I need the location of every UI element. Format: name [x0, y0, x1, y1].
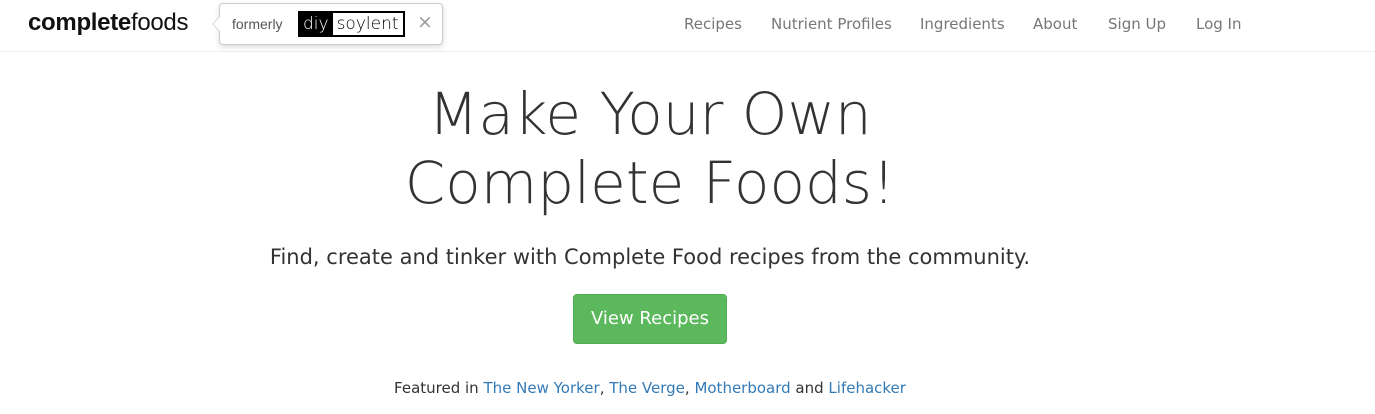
link-lifehacker[interactable]: Lifehacker	[828, 379, 906, 397]
formerly-label: formerly	[232, 16, 283, 32]
featured-in: Featured in The New Yorker, The Verge, M…	[0, 377, 1300, 399]
featured-separator: ,	[684, 379, 695, 397]
nav-sign-up[interactable]: Sign Up	[1108, 14, 1166, 34]
view-recipes-button[interactable]: View Recipes	[573, 294, 727, 344]
popover-arrow	[212, 16, 220, 32]
hero-title-line1: Make Your Own	[428, 80, 872, 148]
nav-ingredients[interactable]: Ingredients	[920, 14, 1005, 34]
navbar: completefoods formerly diy soylent × Reci…	[0, 0, 1375, 52]
nav-about[interactable]: About	[1033, 14, 1077, 34]
featured-prefix: Featured in	[394, 379, 484, 397]
link-motherboard[interactable]: Motherboard	[694, 379, 790, 397]
brand-part-complete: complete	[28, 9, 131, 36]
formerly-popover: formerly diy soylent ×	[212, 3, 443, 45]
link-the-verge[interactable]: The Verge	[609, 379, 685, 397]
logo-soylent-text: soylent	[332, 13, 403, 35]
hero-title: Make Your Own Complete Foods!	[0, 80, 1300, 218]
featured-conjunction: and	[790, 379, 829, 397]
diy-soylent-logo: diy soylent	[298, 11, 405, 37]
close-icon[interactable]: ×	[417, 11, 433, 33]
nav-nutrient-profiles[interactable]: Nutrient Profiles	[771, 14, 892, 34]
nav-recipes[interactable]: Recipes	[684, 14, 742, 34]
hero-subtitle: Find, create and tinker with Complete Fo…	[269, 245, 1031, 269]
logo-diy-text: diy	[300, 13, 333, 35]
brand-part-foods: foods	[130, 9, 189, 36]
nav-log-in[interactable]: Log In	[1196, 14, 1242, 34]
featured-separator: ,	[599, 379, 610, 397]
hero-title-line2: Complete Foods!	[404, 149, 896, 217]
link-the-new-yorker[interactable]: The New Yorker	[483, 379, 599, 397]
brand-logo[interactable]: completefoods	[28, 9, 188, 37]
